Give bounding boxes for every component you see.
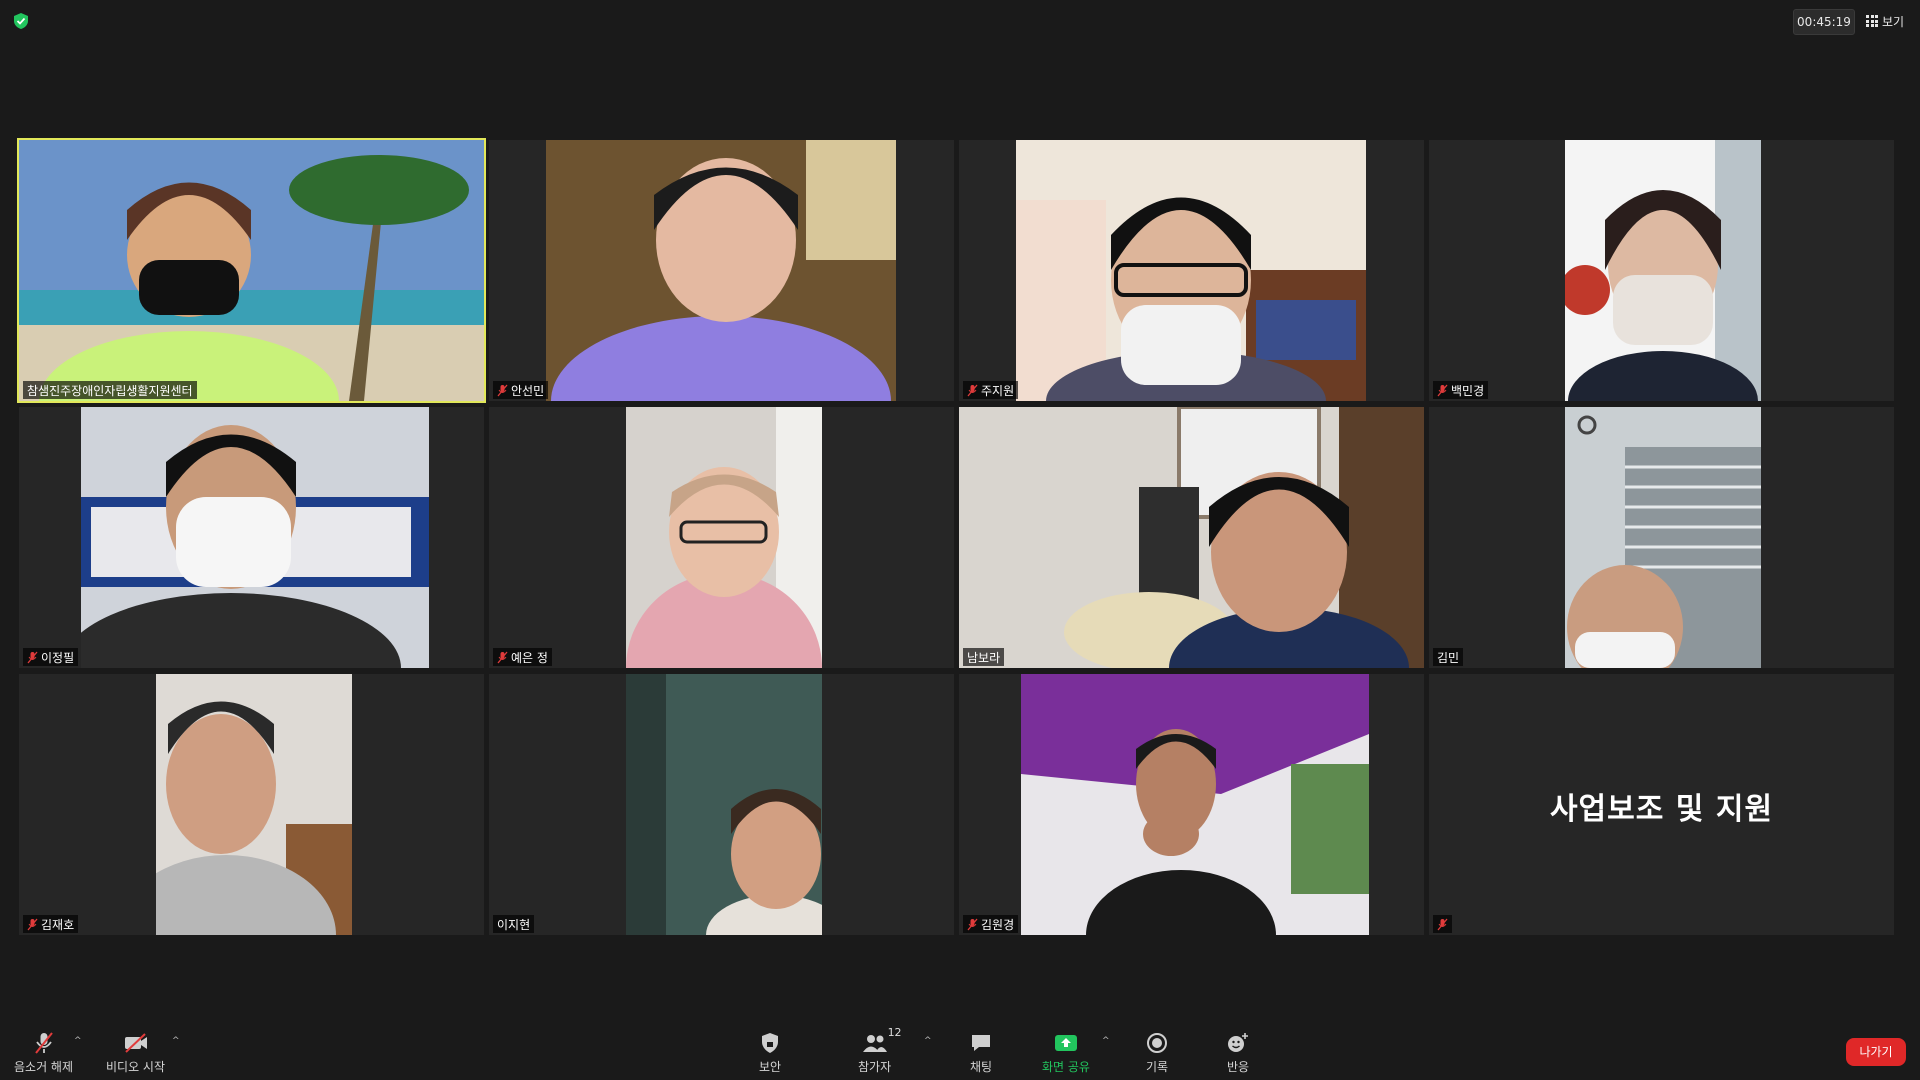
reactions-label: 반응 <box>1226 1060 1250 1074</box>
participant-name: 남보라 <box>967 650 1001 665</box>
mic-muted-icon <box>967 384 978 396</box>
participant-name: 이지현 <box>497 917 531 932</box>
security-button[interactable]: 보안 <box>757 1030 783 1075</box>
participant-name: 김민 <box>1437 650 1460 665</box>
participant-name-tag <box>1433 915 1452 933</box>
participant-name-tag: 김재호 <box>23 915 79 933</box>
participants-button[interactable]: 12 참가자 <box>858 1026 902 1075</box>
participant-video <box>1016 140 1366 401</box>
mic-muted-icon <box>497 384 508 396</box>
participant-tile-5[interactable]: 이정필 <box>19 407 484 668</box>
participant-name-tag: 이지현 <box>493 915 535 933</box>
unmute-label: 음소거 해제 <box>14 1060 74 1074</box>
leave-button[interactable]: 나가기 <box>1846 1038 1906 1066</box>
participant-name: 김재호 <box>41 917 75 932</box>
chat-icon <box>972 1035 990 1051</box>
view-button[interactable]: 보기 <box>1866 10 1904 32</box>
mic-muted-icon <box>497 651 508 663</box>
gallery-grid-icon <box>1866 15 1878 27</box>
participant-tile-9[interactable]: 김재호 <box>19 674 484 935</box>
participant-video <box>19 140 484 401</box>
participant-video <box>626 407 822 668</box>
participant-tile-7[interactable]: 남보라 <box>959 407 1424 668</box>
participants-count: 12 <box>887 1026 902 1039</box>
participant-name-tag: 참샘진주장애인자립생활지원센터 <box>23 381 197 399</box>
participant-tile-12[interactable]: 사업보조 및 지원 <box>1429 674 1894 935</box>
participant-video <box>626 674 822 935</box>
participant-video <box>959 407 1424 668</box>
chat-button[interactable]: 채팅 <box>968 1030 994 1075</box>
participant-name-tag: 남보라 <box>963 648 1005 666</box>
participant-name: 예은 정 <box>511 650 548 665</box>
audio-options-caret-icon[interactable]: ^ <box>74 1036 82 1046</box>
record-icon <box>1147 1033 1167 1053</box>
security-label: 보안 <box>758 1060 782 1074</box>
participant-tile-1[interactable]: 참샘진주장애인자립생활지원센터 <box>17 138 486 403</box>
participant-tile-4[interactable]: 백민경 <box>1429 140 1894 401</box>
participant-video <box>81 407 429 668</box>
participant-name-tag: 김민 <box>1433 648 1464 666</box>
participant-video <box>1565 140 1761 401</box>
start-video-label: 비디오 시작 <box>106 1060 166 1074</box>
mic-muted-icon <box>1437 918 1448 930</box>
participant-name: 주지원 <box>981 383 1015 398</box>
participant-video <box>1021 674 1369 935</box>
share-screen-button[interactable]: 화면 공유 <box>1042 1030 1090 1075</box>
mic-muted-icon <box>27 651 38 663</box>
meeting-timer: 00:45:19 <box>1793 9 1855 35</box>
meeting-toolbar: 음소거 해제 ^ 비디오 시작 ^ 보안 12 참가자 ^ 채팅 화면 공유 ^… <box>0 1016 1920 1080</box>
video-off-name: 사업보조 및 지원 <box>1549 792 1774 827</box>
participant-name: 김원경 <box>981 917 1015 932</box>
mic-muted-icon <box>1437 384 1448 396</box>
participant-name-tag: 예은 정 <box>493 648 552 666</box>
participant-name: 참샘진주장애인자립생활지원센터 <box>27 383 193 398</box>
security-shield-icon <box>14 13 28 29</box>
record-button[interactable]: 기록 <box>1144 1030 1170 1075</box>
participant-tile-3[interactable]: 주지원 <box>959 140 1424 401</box>
participant-name-tag: 김원경 <box>963 915 1019 933</box>
participants-label: 참가자 <box>858 1060 892 1074</box>
participant-tile-8[interactable]: 김민 <box>1429 407 1894 668</box>
share-options-caret-icon[interactable]: ^ <box>1102 1036 1110 1046</box>
participant-tile-11[interactable]: 김원경 <box>959 674 1424 935</box>
participant-name-tag: 주지원 <box>963 381 1019 399</box>
mic-muted-icon <box>967 918 978 930</box>
chat-label: 채팅 <box>969 1060 993 1074</box>
participant-tile-2[interactable]: 안선민 <box>489 140 954 401</box>
mic-muted-icon <box>27 918 38 930</box>
view-button-label: 보기 <box>1882 14 1905 29</box>
record-label: 기록 <box>1145 1060 1169 1074</box>
participant-name: 백민경 <box>1451 383 1485 398</box>
video-options-caret-icon[interactable]: ^ <box>172 1036 180 1046</box>
participant-name-tag: 이정필 <box>23 648 79 666</box>
participant-name: 이정필 <box>41 650 75 665</box>
mic-off-icon <box>34 1032 53 1054</box>
participant-name: 안선민 <box>511 383 545 398</box>
participant-video <box>546 140 896 401</box>
reactions-icon <box>1228 1033 1248 1052</box>
start-video-button[interactable]: 비디오 시작 <box>106 1030 165 1075</box>
reactions-button[interactable]: 반응 <box>1225 1030 1251 1075</box>
participant-tile-10[interactable]: 이지현 <box>489 674 954 935</box>
participant-tile-6[interactable]: 예은 정 <box>489 407 954 668</box>
security-icon <box>762 1033 778 1053</box>
unmute-button[interactable]: 음소거 해제 <box>14 1030 73 1075</box>
participant-video <box>1565 407 1761 668</box>
share-screen-icon <box>1054 1035 1077 1051</box>
share-screen-label: 화면 공유 <box>1042 1060 1090 1074</box>
participant-name-tag: 안선민 <box>493 381 549 399</box>
video-off-icon <box>124 1033 147 1053</box>
participants-caret-icon[interactable]: ^ <box>924 1036 932 1046</box>
participant-video <box>156 674 352 935</box>
participant-name-tag: 백민경 <box>1433 381 1489 399</box>
participants-icon <box>862 1035 887 1052</box>
